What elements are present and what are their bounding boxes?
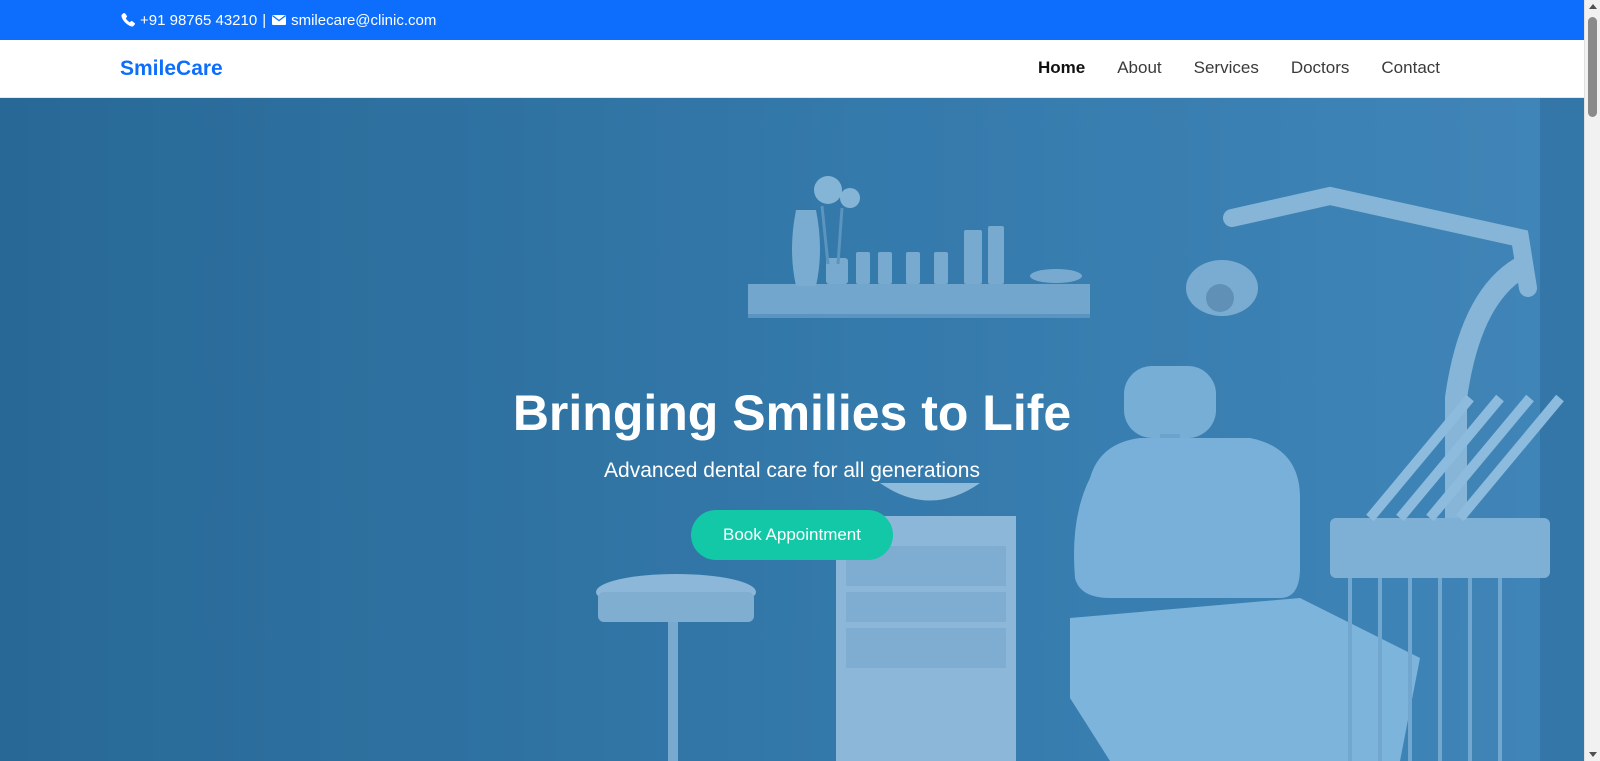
book-appointment-button[interactable]: Book Appointment: [691, 510, 893, 560]
contact-topbar: +91 98765 43210 | smilecare@clinic.com: [0, 0, 1584, 40]
page: +91 98765 43210 | smilecare@clinic.com S…: [0, 0, 1584, 761]
hero-section: Bringing Smilies to Life Advanced dental…: [0, 98, 1584, 761]
main-navbar: SmileCare Home About Services Doctors Co…: [0, 40, 1584, 98]
hero-title: Bringing Smilies to Life: [512, 385, 1072, 441]
brand-logo[interactable]: SmileCare: [120, 57, 223, 81]
nav-item-home[interactable]: Home: [1038, 58, 1085, 78]
hero-content: Bringing Smilies to Life Advanced dental…: [0, 98, 1584, 761]
nav-menu: Home About Services Doctors Contact: [1006, 58, 1440, 78]
scroll-down-icon[interactable]: [1589, 752, 1597, 757]
nav-item-services[interactable]: Services: [1194, 58, 1259, 78]
phone-icon: [120, 12, 136, 28]
envelope-icon: [271, 12, 287, 28]
contact-phone: +91 98765 43210: [140, 11, 258, 29]
nav-item-contact[interactable]: Contact: [1381, 58, 1440, 78]
contact-separator: |: [262, 11, 267, 29]
scrollbar-thumb[interactable]: [1588, 17, 1597, 117]
page-scrollbar[interactable]: [1584, 0, 1600, 761]
contact-email[interactable]: smilecare@clinic.com: [291, 12, 436, 29]
hero-subtitle: Advanced dental care for all generations: [604, 459, 980, 482]
nav-item-doctors[interactable]: Doctors: [1291, 58, 1350, 78]
scroll-up-icon[interactable]: [1589, 4, 1597, 9]
nav-item-about[interactable]: About: [1117, 58, 1161, 78]
